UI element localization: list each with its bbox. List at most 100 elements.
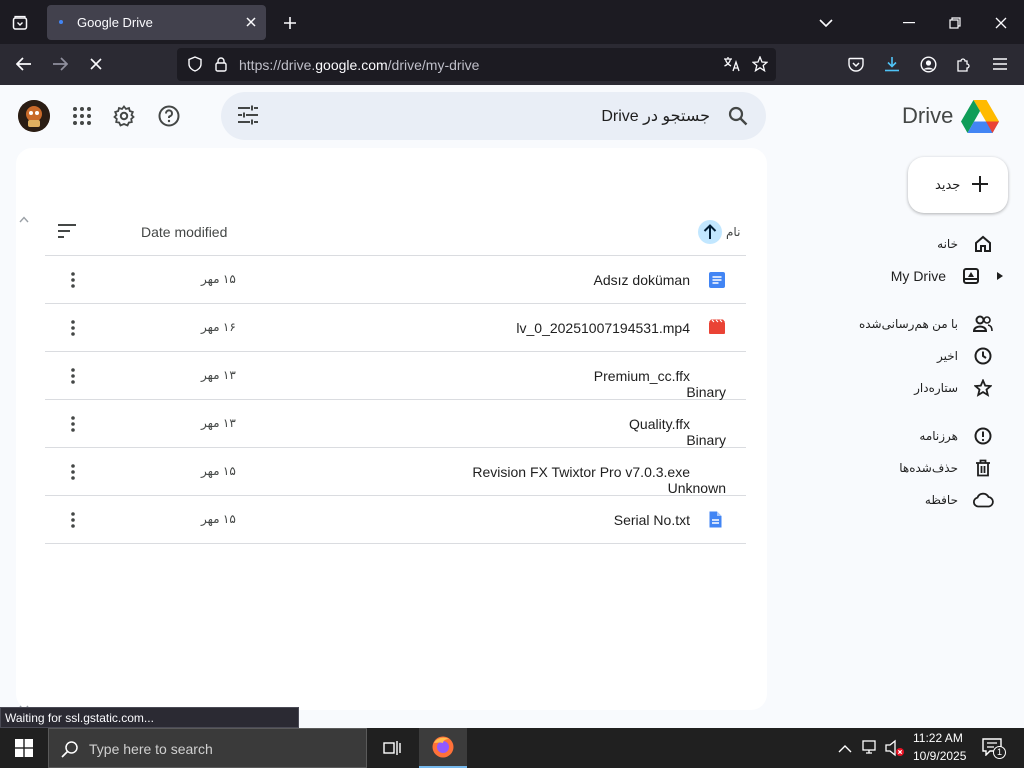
sidebar-item-storage[interactable]: حافظه bbox=[925, 486, 994, 514]
file-name[interactable]: Adsız doküman bbox=[594, 272, 691, 288]
file-name[interactable]: Revision FX Twixtor Pro v7.0.3.exe bbox=[472, 464, 690, 480]
tab-list-icon[interactable] bbox=[9, 12, 31, 34]
file-name[interactable]: Serial No.txt bbox=[614, 512, 690, 528]
home-icon bbox=[972, 233, 994, 255]
sidebar-item-recent[interactable]: اخیر bbox=[937, 342, 994, 370]
new-button[interactable]: جدید bbox=[908, 157, 1008, 213]
status-text: Waiting for ssl.gstatic.com... bbox=[0, 707, 299, 728]
file-name[interactable]: Premium_cc.ffx bbox=[594, 368, 690, 384]
file-row[interactable]: ۱۵ مهر Revision FX Twixtor Pro v7.0.3.exe… bbox=[45, 448, 746, 496]
sidebar-item-my-drive[interactable]: My Drive bbox=[891, 262, 1004, 290]
drive-logo-text[interactable]: Drive bbox=[902, 103, 953, 129]
file-row[interactable]: ۱۵ مهر Adsız doküman bbox=[45, 256, 746, 304]
drive-logo-icon[interactable] bbox=[961, 100, 999, 133]
more-actions-icon[interactable] bbox=[63, 462, 83, 482]
sidebar-item-shared[interactable]: با من هم‌رسانی‌شده bbox=[859, 310, 994, 338]
tab-close-icon[interactable] bbox=[242, 13, 260, 31]
windows-taskbar: Type here to search 11:22 AM 10/9/2025 1 bbox=[0, 728, 1024, 768]
expand-arrow-icon[interactable] bbox=[996, 265, 1004, 287]
star-icon bbox=[972, 377, 994, 399]
tracking-protection-icon[interactable] bbox=[185, 54, 205, 74]
google-doc-icon bbox=[708, 271, 726, 289]
sidebar-item-spam[interactable]: هرزنامه bbox=[919, 422, 994, 450]
clock-icon bbox=[972, 345, 994, 367]
list-header: Date modified نام bbox=[45, 208, 746, 256]
sidebar-item-starred[interactable]: ستاره‌دار bbox=[914, 374, 994, 402]
app-menu-icon[interactable] bbox=[989, 53, 1011, 75]
file-type-label: Binary bbox=[686, 432, 726, 448]
stop-loading-icon[interactable] bbox=[85, 53, 107, 75]
account-icon[interactable] bbox=[917, 53, 939, 75]
sidebar-item-label: حافظه bbox=[924, 493, 958, 507]
more-actions-icon[interactable] bbox=[63, 366, 83, 386]
more-actions-icon[interactable] bbox=[63, 510, 83, 530]
column-header-name[interactable]: نام bbox=[726, 225, 740, 239]
sidebar-item-label: حذف‌شده‌ها bbox=[899, 461, 958, 475]
search-input[interactable]: جستجو در Drive bbox=[601, 106, 710, 126]
file-name[interactable]: lv_0_20251007194531.mp4 bbox=[516, 320, 690, 336]
settings-gear-icon[interactable] bbox=[112, 104, 136, 128]
sidebar-item-home[interactable]: خانه bbox=[937, 230, 994, 258]
bookmark-star-icon[interactable] bbox=[750, 54, 770, 74]
clock-date[interactable]: 10/9/2025 bbox=[913, 749, 966, 763]
minimize-icon[interactable] bbox=[898, 12, 920, 34]
taskbar-search-placeholder: Type here to search bbox=[89, 741, 213, 757]
notification-center-icon[interactable]: 1 bbox=[982, 738, 1006, 760]
loading-dot-icon bbox=[59, 20, 63, 24]
more-actions-icon[interactable] bbox=[63, 318, 83, 338]
new-tab-icon[interactable] bbox=[279, 12, 301, 34]
file-date-modified: ۱۳ مهر bbox=[201, 368, 236, 382]
close-window-icon[interactable] bbox=[990, 12, 1012, 34]
sidebar-item-trash[interactable]: حذف‌شده‌ها bbox=[899, 454, 994, 482]
taskbar-search-icon bbox=[61, 740, 79, 758]
file-row[interactable]: ۱۵ مهر Serial No.txt bbox=[45, 496, 746, 544]
restore-icon[interactable] bbox=[944, 12, 966, 34]
downloads-icon[interactable] bbox=[881, 53, 903, 75]
volume-muted-icon[interactable] bbox=[885, 739, 905, 757]
url-prefix: https://drive. bbox=[239, 57, 316, 73]
extensions-icon[interactable] bbox=[953, 53, 975, 75]
more-actions-icon[interactable] bbox=[63, 414, 83, 434]
search-icon[interactable] bbox=[728, 106, 748, 126]
tab-google-drive[interactable]: Google Drive bbox=[47, 5, 266, 40]
apps-grid-icon[interactable] bbox=[71, 105, 93, 127]
list-all-tabs-icon[interactable] bbox=[815, 12, 837, 34]
more-actions-icon[interactable] bbox=[63, 270, 83, 290]
taskbar-search-box[interactable]: Type here to search bbox=[48, 728, 367, 768]
back-arrow-icon[interactable] bbox=[13, 53, 35, 75]
scroll-up-arrow-icon[interactable] bbox=[19, 210, 31, 223]
firefox-taskbar-icon[interactable] bbox=[419, 728, 467, 768]
file-type-label: Binary bbox=[686, 384, 726, 400]
show-hidden-icons-icon[interactable] bbox=[838, 740, 854, 756]
url-bar[interactable]: https://drive.google.com/drive/my-drive bbox=[177, 48, 776, 81]
translate-icon[interactable] bbox=[722, 54, 742, 74]
file-row[interactable]: ۱۳ مهر Quality.ffx Binary bbox=[45, 400, 746, 448]
file-name[interactable]: Quality.ffx bbox=[629, 416, 690, 432]
shared-icon bbox=[972, 313, 994, 335]
file-date-modified: ۱۶ مهر bbox=[201, 320, 236, 334]
lock-icon[interactable] bbox=[211, 54, 231, 74]
new-button-label: جدید bbox=[935, 177, 961, 192]
column-header-date[interactable]: Date modified bbox=[141, 224, 227, 240]
sidebar-item-label: ستاره‌دار bbox=[914, 381, 958, 395]
sort-arrow-up-icon[interactable] bbox=[698, 220, 722, 244]
tab-bar: Google Drive bbox=[0, 0, 1024, 44]
sidebar-item-label: با من هم‌رسانی‌شده bbox=[858, 317, 958, 331]
pocket-icon[interactable] bbox=[845, 53, 867, 75]
sidebar-item-label: اخیر bbox=[937, 349, 958, 363]
sort-options-icon[interactable] bbox=[57, 223, 77, 241]
clock-time[interactable]: 11:22 AM bbox=[913, 731, 963, 745]
forward-arrow-icon[interactable] bbox=[49, 53, 71, 75]
sidebar-item-label: خانه bbox=[937, 237, 958, 251]
help-icon[interactable] bbox=[157, 104, 181, 128]
drive-search-bar[interactable]: جستجو در Drive bbox=[221, 92, 766, 140]
url-text[interactable]: https://drive.google.com/drive/my-drive bbox=[239, 57, 479, 73]
windows-start-icon[interactable] bbox=[0, 728, 48, 768]
file-date-modified: ۱۳ مهر bbox=[201, 416, 236, 430]
file-row[interactable]: ۱۳ مهر Premium_cc.ffx Binary bbox=[45, 352, 746, 400]
task-view-icon[interactable] bbox=[372, 728, 412, 768]
avatar[interactable] bbox=[18, 100, 50, 132]
search-options-icon[interactable] bbox=[237, 105, 261, 127]
file-row[interactable]: ۱۶ مهر lv_0_20251007194531.mp4 bbox=[45, 304, 746, 352]
network-icon[interactable] bbox=[862, 739, 880, 757]
